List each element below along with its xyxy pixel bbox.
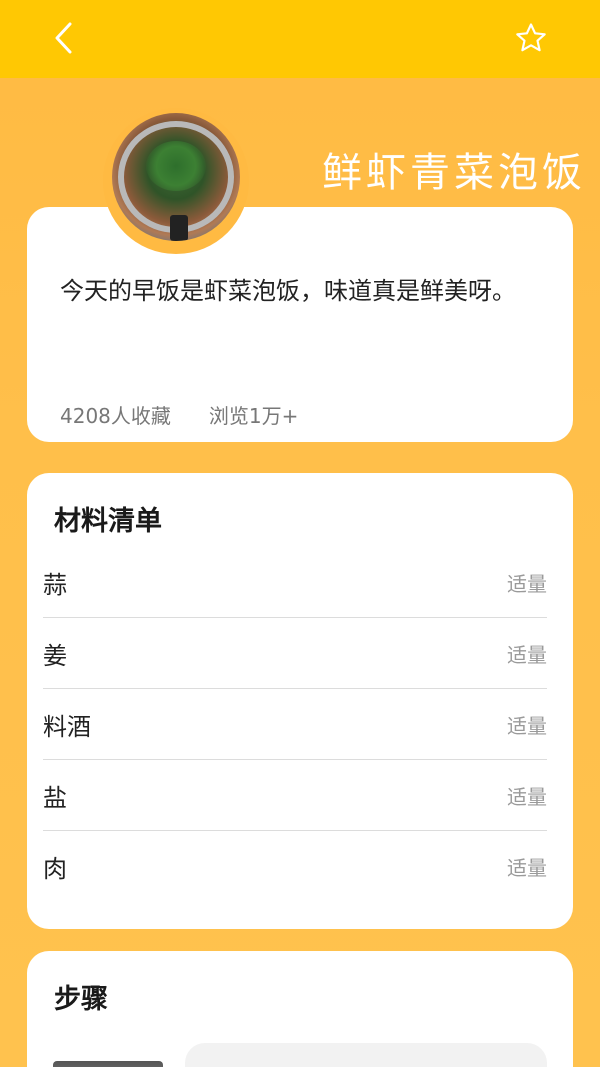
ingredient-name: 姜 xyxy=(43,641,67,670)
ingredients-title: 材料清单 xyxy=(54,499,162,538)
back-button[interactable] xyxy=(40,14,88,62)
favorite-button[interactable] xyxy=(506,14,556,62)
recipe-stats: 4208人收藏 浏览1万+ xyxy=(60,400,298,429)
ingredient-qty: 适量 xyxy=(507,571,547,596)
step-text-box xyxy=(185,1043,547,1067)
ingredient-row: 姜 适量 xyxy=(43,618,547,689)
recipe-title: 鲜虾青菜泡饭 xyxy=(322,150,586,196)
intro-card: 今天的早饭是虾菜泡饭，味道真是鲜美呀。 4208人收藏 浏览1万+ xyxy=(27,207,573,442)
ingredient-name: 肉 xyxy=(43,855,67,883)
star-outline-icon xyxy=(516,23,546,52)
ingredient-row: 蒜 适量 xyxy=(43,547,547,618)
ingredient-row: 盐 适量 xyxy=(43,760,547,831)
ingredient-qty: 适量 xyxy=(507,642,547,667)
step-image xyxy=(53,1061,163,1067)
steps-title: 步骤 xyxy=(54,977,108,1016)
recipe-description: 今天的早饭是虾菜泡饭，味道真是鲜美呀。 xyxy=(60,277,516,305)
ingredient-row: 料酒 适量 xyxy=(43,689,547,760)
chevron-left-icon xyxy=(55,22,72,54)
ingredients-card: 材料清单 蒜 适量 姜 适量 料酒 适量 盐 适量 肉 适量 xyxy=(27,473,573,929)
ingredient-name: 盐 xyxy=(43,783,67,812)
ingredient-qty: 适量 xyxy=(507,856,547,880)
ingredient-qty: 适量 xyxy=(507,784,547,809)
ingredient-qty: 适量 xyxy=(507,713,547,738)
ingredient-name: 蒜 xyxy=(43,570,67,599)
top-bar xyxy=(0,0,600,78)
steps-card: 步骤 xyxy=(27,951,573,1067)
ingredients-list: 蒜 适量 姜 适量 料酒 适量 盐 适量 肉 适量 xyxy=(43,547,547,902)
favorites-count: 4208人收藏 xyxy=(60,404,171,428)
ingredient-row: 肉 适量 xyxy=(43,831,547,902)
ingredient-name: 料酒 xyxy=(43,712,91,741)
views-count: 浏览1万+ xyxy=(208,404,299,428)
recipe-avatar xyxy=(112,113,240,241)
